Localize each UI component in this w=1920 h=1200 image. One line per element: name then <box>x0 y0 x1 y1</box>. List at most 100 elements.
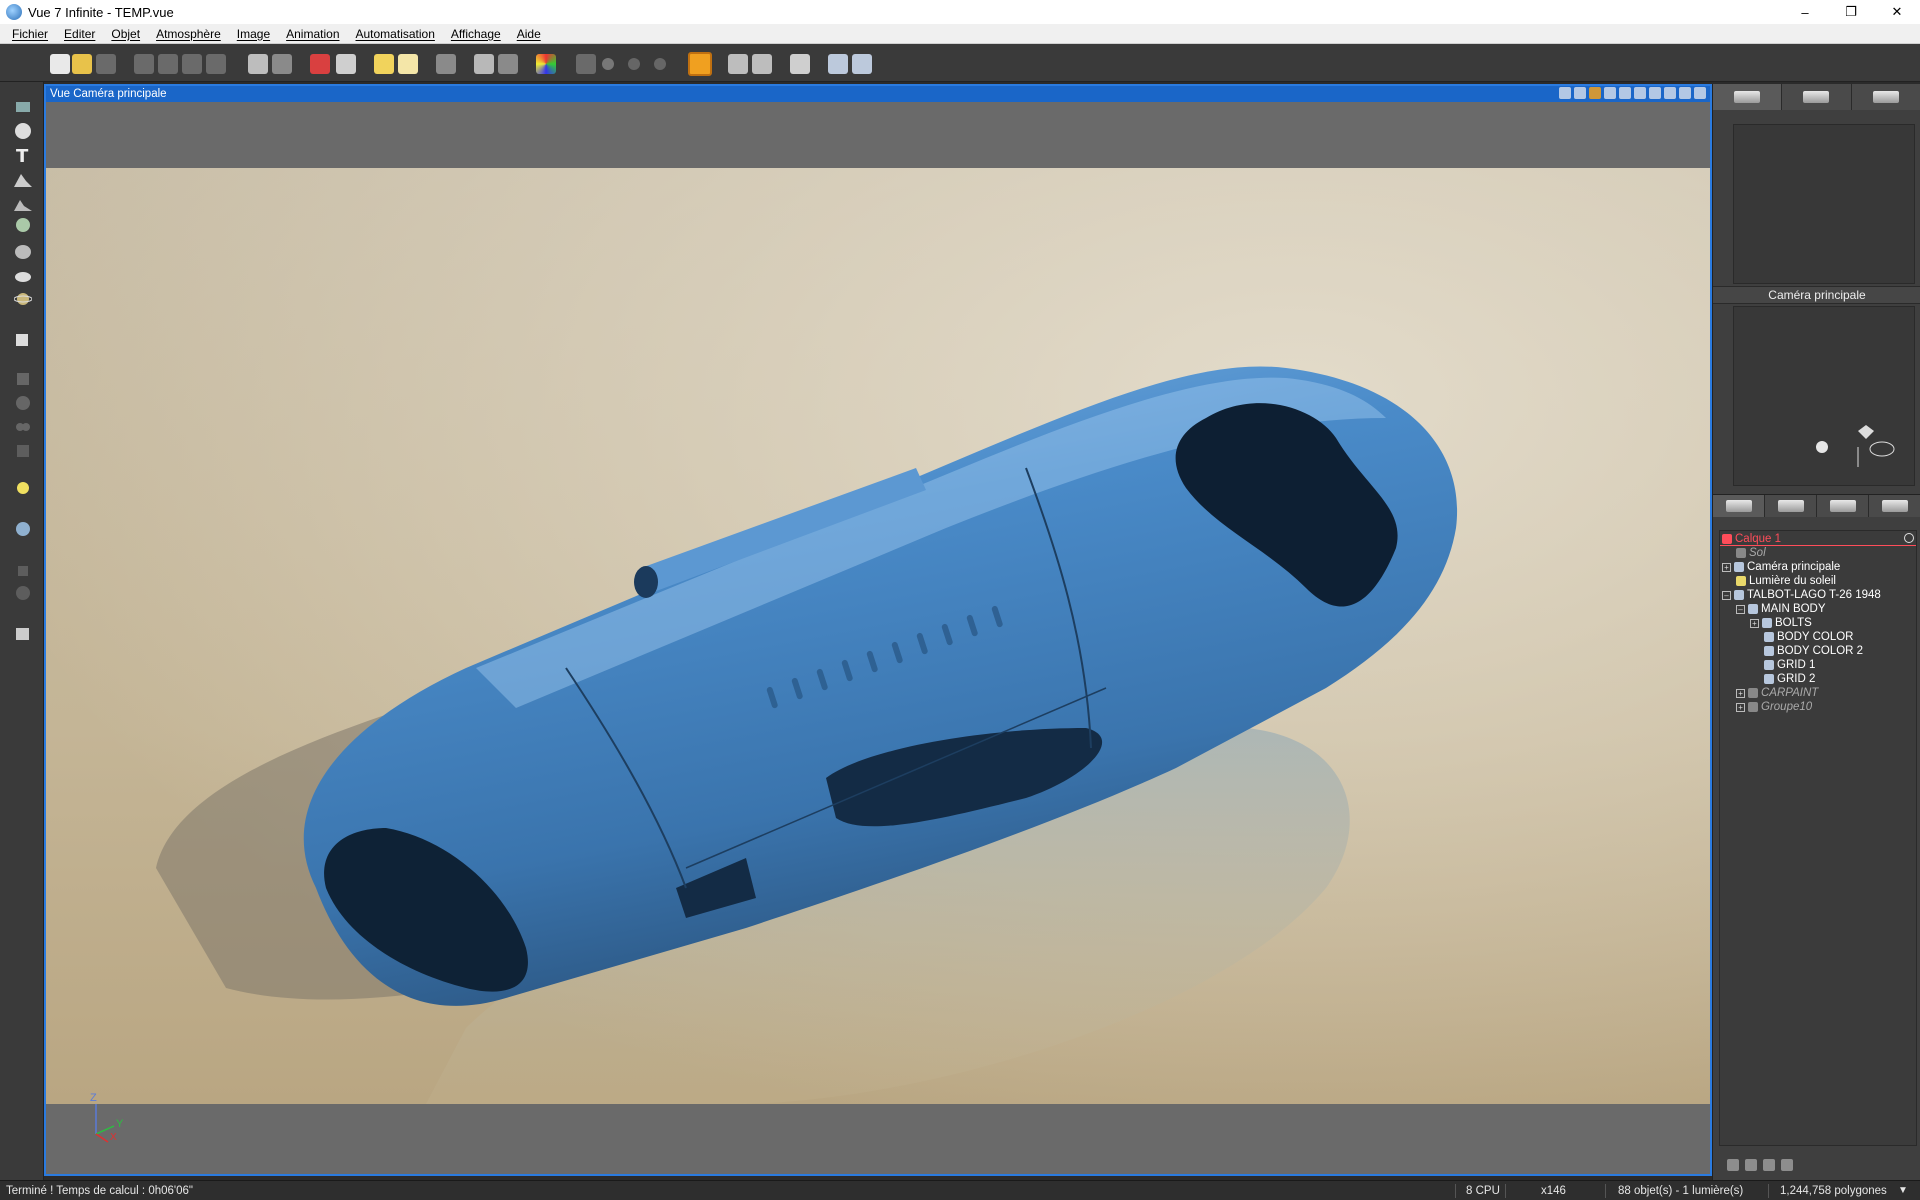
menu-aide[interactable]: Aide <box>509 24 549 44</box>
viewport-zoom-icon[interactable] <box>1574 87 1586 99</box>
mesh-icon <box>1764 632 1774 642</box>
group-icon[interactable] <box>576 54 596 74</box>
paste-icon[interactable] <box>182 54 202 74</box>
viewport-option-icon[interactable] <box>1559 87 1571 99</box>
tab-object-graph[interactable] <box>1851 84 1920 110</box>
status-dropdown-icon[interactable]: ▼ <box>1898 1181 1908 1200</box>
terrain-editor-icon[interactable] <box>12 192 34 214</box>
tab-library[interactable] <box>1817 495 1869 517</box>
object-library-icon[interactable] <box>12 622 34 644</box>
menu-affichage[interactable]: Affichage <box>443 24 509 44</box>
viewport-magnify-icon[interactable] <box>1634 87 1646 99</box>
render-options-icon[interactable] <box>752 54 772 74</box>
tab-aspect[interactable] <box>1713 84 1783 110</box>
object-icon[interactable] <box>436 54 456 74</box>
menu-animation[interactable]: Animation <box>278 24 347 44</box>
new-file-icon[interactable] <box>50 54 70 74</box>
redo-icon[interactable] <box>272 54 292 74</box>
select-arrow-icon[interactable] <box>12 96 34 118</box>
restore-button[interactable]: ❐ <box>1828 0 1874 24</box>
collapse-box[interactable]: – <box>1722 590 1731 600</box>
menu-editer[interactable]: Editer <box>56 24 103 44</box>
animation-icon[interactable] <box>790 54 810 74</box>
tree-icon[interactable] <box>12 216 34 238</box>
visibility-eye-icon[interactable] <box>1904 533 1914 543</box>
material-palette-icon[interactable] <box>536 54 556 74</box>
cut-icon[interactable] <box>134 54 154 74</box>
viewport-pan-icon[interactable] <box>1649 87 1661 99</box>
menu-atmosphere[interactable]: Atmosphère <box>148 24 229 44</box>
clouds-icon[interactable] <box>398 54 418 74</box>
frame-icon[interactable] <box>828 54 848 74</box>
undo-icon[interactable] <box>248 54 268 74</box>
tree-item-groupe10[interactable]: + Groupe10 <box>1736 700 1812 714</box>
view-options-icon[interactable] <box>852 54 872 74</box>
save-file-icon[interactable] <box>96 54 116 74</box>
light-bulb-icon[interactable] <box>12 478 34 500</box>
main-camera-viewport[interactable]: Vue Caméra principale Z Y X <box>44 84 1712 1176</box>
render-area-icon[interactable] <box>688 52 712 76</box>
terrain-icon[interactable] <box>12 168 34 190</box>
tree-item-camera[interactable]: + Caméra principale <box>1722 560 1840 574</box>
viewport-play-icon[interactable] <box>1664 87 1676 99</box>
tree-item-grid-1[interactable]: GRID 1 <box>1764 658 1815 672</box>
render-icon[interactable] <box>728 54 748 74</box>
viewport-render-icon[interactable] <box>1589 87 1601 99</box>
tree-item-talbot[interactable]: – TALBOT-LAGO T-26 1948 <box>1722 588 1881 602</box>
viewport-display-icon[interactable] <box>1604 87 1616 99</box>
viewport-edit-icon[interactable] <box>1679 87 1691 99</box>
text-icon[interactable]: T <box>12 144 34 166</box>
properties-tabs <box>1713 84 1920 110</box>
sphere-icon[interactable] <box>12 120 34 142</box>
orbit-eye-icon[interactable] <box>1874 439 1892 457</box>
collapse-box[interactable]: – <box>1736 604 1745 614</box>
title-bar: Vue 7 Infinite - TEMP.vue – ❐ ✕ <box>0 0 1920 24</box>
minus-icon[interactable] <box>654 58 666 70</box>
close-button[interactable]: ✕ <box>1874 0 1920 24</box>
tab-links[interactable] <box>1869 495 1920 517</box>
cloud-icon[interactable] <box>12 264 34 286</box>
expand-box[interactable]: + <box>1736 688 1745 698</box>
plus-icon[interactable] <box>628 58 640 70</box>
rock-icon[interactable] <box>12 240 34 262</box>
minimize-button[interactable]: – <box>1782 0 1828 24</box>
viewport-maximize-icon[interactable] <box>1694 87 1706 99</box>
lock-icon[interactable] <box>1745 1159 1757 1171</box>
tree-item-grid-2[interactable]: GRID 2 <box>1764 672 1815 686</box>
new-layer-icon[interactable] <box>1727 1159 1739 1171</box>
expand-box[interactable]: + <box>1722 562 1731 572</box>
tab-numerics[interactable] <box>1782 84 1852 110</box>
select-tool-icon[interactable] <box>310 54 330 74</box>
tree-item-sunlight[interactable]: Lumière du soleil <box>1736 574 1836 588</box>
copy-icon[interactable] <box>158 54 178 74</box>
layer-options-icon[interactable] <box>1781 1159 1793 1171</box>
tree-item-bolts[interactable]: + BOLTS <box>1750 616 1812 630</box>
tree-item-carpaint[interactable]: + CARPAINT <box>1736 686 1818 700</box>
pan-hand-icon[interactable] <box>1836 443 1850 457</box>
tab-objects[interactable] <box>1713 495 1765 517</box>
menu-image[interactable]: Image <box>229 24 278 44</box>
atmosphere-icon[interactable] <box>374 54 394 74</box>
camera-icon[interactable] <box>12 518 34 540</box>
expand-box[interactable]: + <box>1736 702 1745 712</box>
import-object-icon[interactable] <box>12 328 34 350</box>
tree-item-main-body[interactable]: – MAIN BODY <box>1736 602 1826 616</box>
delete-layer-icon[interactable] <box>1763 1159 1775 1171</box>
tab-materials[interactable] <box>1765 495 1817 517</box>
menu-automatisation[interactable]: Automatisation <box>348 24 443 44</box>
tree-item-body-color[interactable]: BODY COLOR <box>1764 630 1853 644</box>
dot-icon[interactable] <box>602 58 614 70</box>
planet-icon[interactable] <box>12 288 34 310</box>
align-tool-icon[interactable] <box>498 54 518 74</box>
expand-box[interactable]: + <box>1750 618 1759 628</box>
pick-tool-icon[interactable] <box>336 54 356 74</box>
viewport-z-icon[interactable] <box>1619 87 1631 99</box>
tree-item-body-color-2[interactable]: BODY COLOR 2 <box>1764 644 1863 658</box>
tree-item-sol[interactable]: Sol <box>1736 546 1766 560</box>
open-file-icon[interactable] <box>72 54 92 74</box>
tree-item-layer[interactable]: Calque 1 <box>1722 532 1781 546</box>
menu-fichier[interactable]: Fichier <box>0 24 56 44</box>
menu-objet[interactable]: Objet <box>103 24 148 44</box>
delete-icon[interactable] <box>206 54 226 74</box>
edit-tool-icon[interactable] <box>474 54 494 74</box>
